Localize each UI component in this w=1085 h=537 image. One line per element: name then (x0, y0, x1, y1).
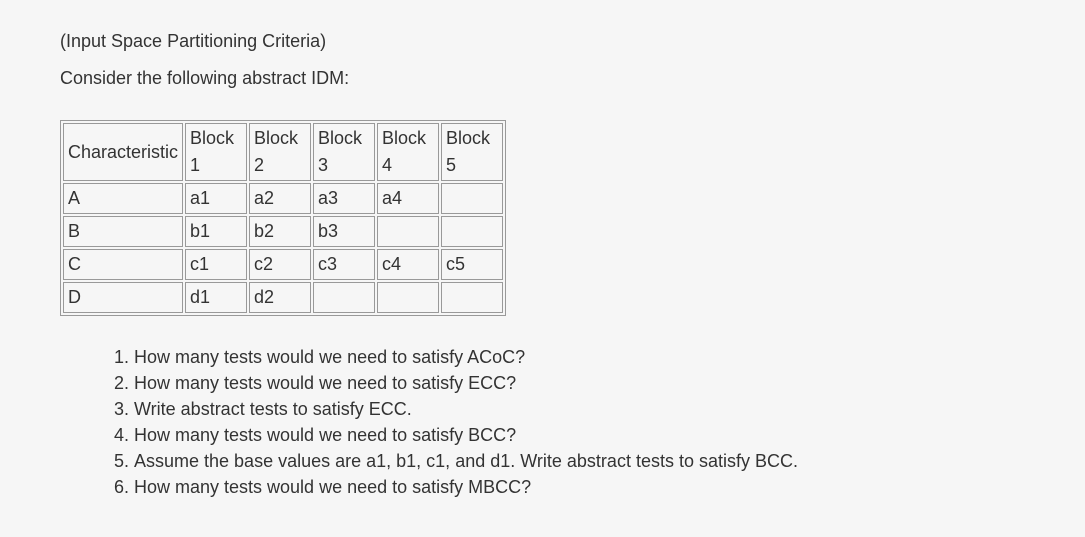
header-block-3: Block 3 (313, 123, 375, 181)
cell-block: c5 (441, 249, 503, 280)
question-item: Assume the base values are a1, b1, c1, a… (134, 448, 1025, 474)
cell-block: c1 (185, 249, 247, 280)
questions-list: How many tests would we need to satisfy … (112, 344, 1025, 501)
cell-block: b2 (249, 216, 311, 247)
table-row: D d1 d2 (63, 282, 503, 313)
cell-block: a2 (249, 183, 311, 214)
cell-block: a1 (185, 183, 247, 214)
cell-block (313, 282, 375, 313)
header-block-4: Block 4 (377, 123, 439, 181)
cell-block: c3 (313, 249, 375, 280)
idm-table: Characteristic Block 1 Block 2 Block 3 B… (60, 120, 506, 316)
cell-block (441, 183, 503, 214)
intro-criteria: (Input Space Partitioning Criteria) (60, 28, 1025, 55)
cell-block: a3 (313, 183, 375, 214)
table-row: B b1 b2 b3 (63, 216, 503, 247)
cell-block (377, 216, 439, 247)
cell-block: b1 (185, 216, 247, 247)
cell-block: b3 (313, 216, 375, 247)
cell-block: d1 (185, 282, 247, 313)
cell-block (377, 282, 439, 313)
cell-block (441, 216, 503, 247)
cell-char: B (63, 216, 183, 247)
cell-char: D (63, 282, 183, 313)
intro-prompt: Consider the following abstract IDM: (60, 65, 1025, 92)
question-item: Write abstract tests to satisfy ECC. (134, 396, 1025, 422)
cell-block: d2 (249, 282, 311, 313)
cell-block: c4 (377, 249, 439, 280)
question-item: How many tests would we need to satisfy … (134, 370, 1025, 396)
table-header-row: Characteristic Block 1 Block 2 Block 3 B… (63, 123, 503, 181)
question-item: How many tests would we need to satisfy … (134, 422, 1025, 448)
header-block-1: Block 1 (185, 123, 247, 181)
questions-block: How many tests would we need to satisfy … (60, 344, 1025, 501)
cell-block: c2 (249, 249, 311, 280)
idm-table-wrapper: Characteristic Block 1 Block 2 Block 3 B… (60, 120, 1025, 316)
cell-block: a4 (377, 183, 439, 214)
question-item: How many tests would we need to satisfy … (134, 344, 1025, 370)
header-block-2: Block 2 (249, 123, 311, 181)
header-characteristic: Characteristic (63, 123, 183, 181)
table-row: A a1 a2 a3 a4 (63, 183, 503, 214)
cell-char: A (63, 183, 183, 214)
table-row: C c1 c2 c3 c4 c5 (63, 249, 503, 280)
cell-block (441, 282, 503, 313)
cell-char: C (63, 249, 183, 280)
question-item: How many tests would we need to satisfy … (134, 474, 1025, 500)
header-block-5: Block 5 (441, 123, 503, 181)
